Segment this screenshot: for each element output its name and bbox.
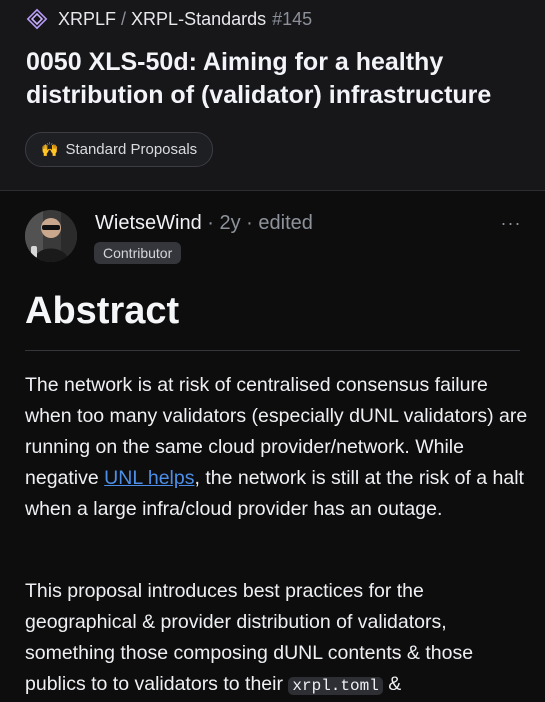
author-name-link[interactable]: WietseWind (95, 212, 202, 234)
post-meta: WietseWind · 2y · edited (95, 212, 313, 235)
discussion-title: 0050 XLS-50d: Aiming for a healthy distr… (26, 48, 492, 109)
header-divider (0, 190, 545, 191)
author-avatar[interactable] (25, 210, 77, 262)
paragraph-2-text-after-code: & (382, 673, 402, 695)
unl-helps-link[interactable]: UNL helps (104, 467, 194, 489)
contributor-badge: Contributor (94, 242, 182, 264)
category-label-text: Standard Proposals (65, 141, 198, 158)
post-age-edited[interactable]: · 2y · edited (202, 212, 313, 234)
more-options-icon[interactable]: ··· (496, 210, 526, 236)
xrplf-logo-icon[interactable] (26, 8, 48, 30)
heading-divider (25, 350, 520, 351)
breadcrumb-owner-link[interactable]: XRPLF (58, 9, 116, 30)
paragraph-2-text: This proposal introduces best practices … (25, 580, 474, 695)
breadcrumb: XRPLF / XRPL-Standards #145 (26, 7, 312, 31)
section-heading: Abstract (25, 290, 180, 332)
abstract-paragraph-1: The network is at risk of centralised co… (25, 370, 530, 525)
abstract-paragraph-2: This proposal introduces best practices … (25, 576, 530, 702)
breadcrumb-separator: / (121, 8, 127, 29)
breadcrumb-repo-link[interactable]: XRPL-Standards (131, 9, 266, 30)
avatar-image (25, 210, 77, 262)
raised-hands-icon: 🙌 (41, 141, 59, 157)
category-label[interactable]: 🙌 Standard Proposals (25, 132, 214, 167)
discussion-number: #145 (272, 8, 313, 29)
